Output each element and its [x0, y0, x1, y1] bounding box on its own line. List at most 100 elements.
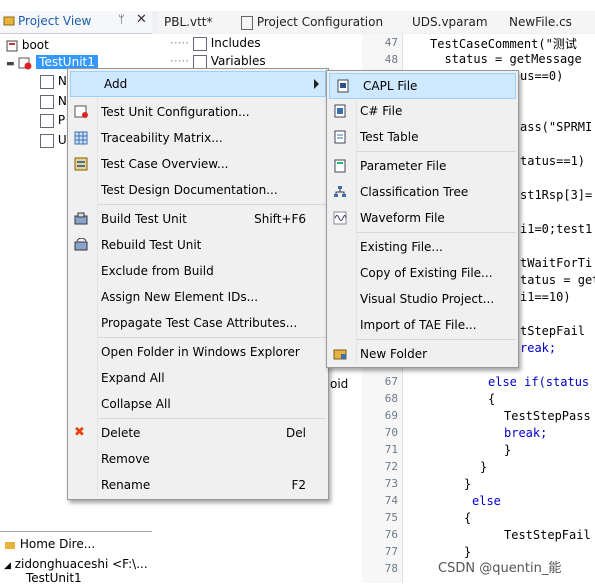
- tree-item-boot[interactable]: boot: [6, 37, 49, 54]
- add-submenu: CAPL File C# File Test Table Parameter F…: [326, 70, 519, 368]
- tree-item-p[interactable]: P: [40, 112, 65, 129]
- delete-icon: ✖: [74, 425, 85, 440]
- home-directory-title[interactable]: Home Dire...: [4, 536, 95, 553]
- tab-project-configuration[interactable]: Project Configuration: [235, 11, 408, 33]
- code-line: us==0): [520, 69, 564, 83]
- menu-item-rebuild-test-unit[interactable]: Rebuild Test Unit: [68, 233, 328, 257]
- includes-icon: [192, 36, 207, 51]
- tree-item-includes[interactable]: ····· Includes: [170, 35, 261, 52]
- menu-item-build-test-unit[interactable]: Build Test Unit Shift+F6: [68, 207, 328, 231]
- line-number: 75: [384, 511, 398, 524]
- submenu-item-existing-file[interactable]: Existing File...: [327, 235, 518, 259]
- code-line: tWaitForTi: [520, 256, 593, 270]
- menu-item-remove[interactable]: Remove: [68, 447, 328, 471]
- code-line: break;: [504, 426, 548, 440]
- build-icon: [74, 212, 88, 225]
- line-number: 67: [384, 375, 398, 388]
- home-directory-subitem[interactable]: TestUnit1: [26, 572, 82, 584]
- collapse-icon[interactable]: ▬: [6, 59, 15, 69]
- code-line: tatus==1): [520, 154, 586, 168]
- line-number: 47: [384, 36, 398, 49]
- code-line: }: [504, 443, 512, 457]
- code-line: i1==10): [520, 290, 571, 304]
- code-line: TestStepFail: [504, 528, 591, 542]
- code-line: status = getMessage: [430, 52, 582, 66]
- menu-item-propagate-test-case-attributes[interactable]: Propagate Test Case Attributes...: [68, 311, 328, 335]
- csharp-file-icon: [334, 104, 346, 118]
- menu-item-expand-all[interactable]: Expand All: [68, 366, 328, 390]
- menu-item-test-case-overview[interactable]: Test Case Overview...: [68, 152, 328, 176]
- code-line: {: [488, 392, 496, 406]
- menu-item-test-unit-configuration[interactable]: Test Unit Configuration...: [68, 100, 328, 124]
- expand-icon[interactable]: ◢: [4, 561, 11, 571]
- submenu-item-visual-studio-project[interactable]: Visual Studio Project...: [327, 287, 518, 311]
- tab-pbl-vtt[interactable]: PBL.vtt*: [158, 11, 241, 33]
- menu-item-exclude-from-build[interactable]: Exclude from Build: [68, 259, 328, 283]
- tree-item-u[interactable]: U: [40, 132, 67, 149]
- file-icon: [40, 133, 54, 148]
- project-icon: [6, 40, 18, 51]
- test-table-icon: [334, 130, 346, 144]
- code-line: }: [464, 477, 472, 491]
- menu-item-rename[interactable]: Rename F2: [68, 473, 328, 497]
- tree-item-label: N: [57, 74, 67, 88]
- submenu-item-capl-file[interactable]: CAPL File: [329, 73, 516, 99]
- menu-item-open-folder[interactable]: Open Folder in Windows Explorer: [68, 340, 328, 364]
- menu-item-collapse-all[interactable]: Collapse All: [68, 392, 328, 416]
- submenu-item-test-table[interactable]: Test Table: [327, 125, 518, 149]
- new-folder-icon: [333, 349, 347, 360]
- menu-separator: [357, 232, 516, 233]
- tab-newfile-cs[interactable]: NewFile.cs: [503, 11, 595, 33]
- tree-item-label: P: [57, 113, 66, 127]
- waveform-icon: [333, 211, 347, 225]
- submenu-item-classification-tree[interactable]: Classification Tree: [327, 180, 518, 204]
- tree-item-n2[interactable]: N: [40, 93, 67, 110]
- close-icon[interactable]: ✕: [136, 12, 147, 27]
- code-line: st1Rsp[3]=: [520, 188, 593, 202]
- code-line: TestCaseComment("测试: [430, 37, 577, 51]
- file-icon: [40, 94, 54, 109]
- tree-item-partial: oid: [330, 377, 349, 391]
- line-number: 74: [384, 494, 398, 507]
- line-number: 48: [384, 53, 398, 66]
- menu-item-add[interactable]: Add: [70, 71, 326, 97]
- tab-uds-vparam[interactable]: UDS.vparam: [406, 11, 505, 33]
- config-icon: [241, 15, 253, 30]
- submenu-item-parameter-file[interactable]: Parameter File: [327, 154, 518, 178]
- menu-item-delete[interactable]: ✖ Delete Del: [68, 421, 328, 445]
- menu-item-traceability-matrix[interactable]: Traceability Matrix...: [68, 126, 328, 150]
- line-number: 73: [384, 477, 398, 490]
- tree-item-n1[interactable]: N: [40, 73, 67, 90]
- menu-item-test-design-documentation[interactable]: Test Design Documentation...: [68, 178, 328, 202]
- capl-file-icon: [337, 79, 349, 93]
- submenu-item-new-folder[interactable]: New Folder: [327, 342, 518, 366]
- tree-line-icon: ·····: [170, 36, 190, 50]
- home-directory-item[interactable]: ◢ zidonghuaceshi <F:\...: [4, 556, 148, 573]
- watermark-text: CSDN @quentin_能: [438, 561, 562, 576]
- submenu-item-import-tae-file[interactable]: Import of TAE File...: [327, 313, 518, 337]
- menu-item-assign-new-element-ids[interactable]: Assign New Element IDs...: [68, 285, 328, 309]
- menu-separator: [98, 204, 326, 205]
- submenu-item-waveform-file[interactable]: Waveform File: [327, 206, 518, 230]
- menu-separator: [98, 418, 326, 419]
- code-line: i1=0;test1: [520, 222, 593, 236]
- line-number: 70: [384, 426, 398, 439]
- submenu-item-copy-existing-file[interactable]: Copy of Existing File...: [327, 261, 518, 285]
- code-line: reak;: [520, 341, 557, 355]
- home-directory-panel: Home Dire... ◢ zidonghuaceshi <F:\... Te…: [0, 531, 152, 584]
- file-icon: [40, 74, 54, 89]
- project-view-title: Project View: [18, 14, 92, 28]
- menu-separator: [357, 151, 516, 152]
- classification-tree-icon: [334, 186, 346, 197]
- submenu-item-csharp-file[interactable]: C# File: [327, 99, 518, 123]
- line-number: 69: [384, 409, 398, 422]
- menu-separator: [98, 337, 326, 338]
- file-icon: [40, 113, 54, 128]
- code-line: else: [472, 494, 501, 508]
- context-menu: Add Test Unit Configuration... Traceabil…: [67, 68, 329, 500]
- pin-icon[interactable]: ᛘ: [118, 13, 125, 26]
- line-number: 71: [384, 443, 398, 456]
- configuration-icon: [74, 105, 88, 118]
- line-number: 77: [384, 545, 398, 558]
- variables-icon: [192, 54, 207, 69]
